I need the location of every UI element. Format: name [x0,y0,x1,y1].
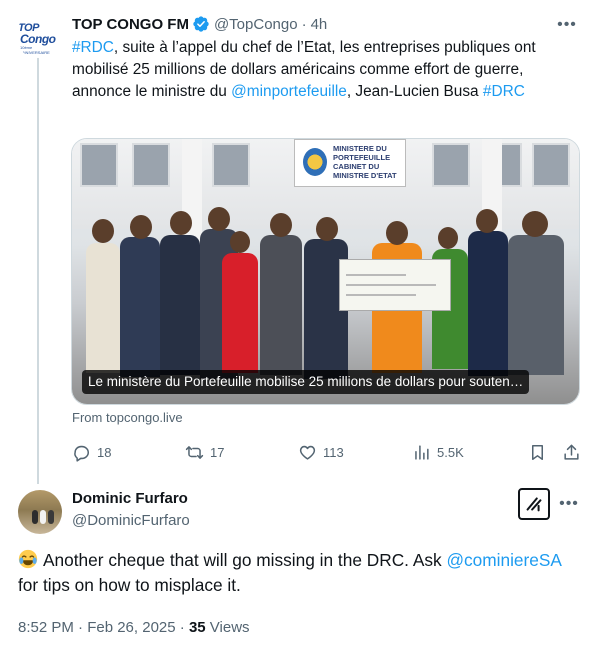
author-name[interactable]: TOP CONGO FM [72,16,189,33]
views-count: 5.5K [437,444,464,460]
thread-line [37,54,39,484]
reply-views-label: Views [205,619,250,636]
tweet-text-link[interactable]: @minportefeuille [231,83,347,100]
avatar-topcongo[interactable]: TOP Congo 10ème ANNIVERSAIRE [16,14,60,58]
share-button[interactable] [562,438,587,466]
repost-icon [185,445,204,459]
card-caption: Le ministère du Portefeuille mobilise 25… [82,370,530,394]
bookmark-icon [531,444,544,460]
tweet-text-link[interactable]: #RDC [72,39,114,56]
avatar-logo-line2: Congo [20,32,56,46]
repost-count: 17 [210,444,225,460]
separator-dot: · [301,15,307,33]
action-bar: 18 17 113 5.5K [72,438,582,466]
ministry-sign: MINISTERE DU PORTEFEUILLE CABINET DU MIN… [294,139,406,187]
reply-text-before: Another cheque that will go missing in t… [43,550,447,570]
tweet-text-link[interactable]: #DRC [483,83,525,100]
tweet-time[interactable]: 4h [311,16,328,33]
reply-text-after: for tips on how to misplace it. [18,575,241,595]
avatar-logo-line3: 10ème ANNIVERSAIRE [20,45,50,55]
reply-more-options-icon[interactable]: ••• [557,492,581,516]
link-card[interactable]: MINISTERE DU PORTEFEUILLE CABINET DU MIN… [71,138,580,405]
author-handle[interactable]: @TopCongo [214,16,298,33]
giant-cheque [339,259,451,311]
card-photo: MINISTERE DU PORTEFEUILLE CABINET DU MIN… [72,139,579,404]
like-count: 113 [323,444,344,460]
grok-icon[interactable] [518,488,550,520]
views-button[interactable]: 5.5K [412,438,464,466]
joy-emoji-icon [18,549,38,569]
reply-text: Another cheque that will go missing in t… [18,548,578,598]
reply-icon [74,445,89,462]
heart-icon [299,445,316,460]
bookmark-button[interactable] [528,438,553,466]
coat-of-arms-icon [303,148,327,176]
more-options-icon[interactable]: ••• [555,13,579,37]
verified-badge-icon [193,16,209,32]
tweet-text-segment: , Jean-Lucien Busa [346,83,483,100]
reply-timestamp[interactable]: 8:52 PM · Feb 26, 2025 · [18,619,189,636]
tweet-text: #RDC, suite à l’appel du chef de l’Etat,… [72,37,572,103]
sign-text: MINISTERE DU PORTEFEUILLE CABINET DU MIN… [333,144,397,180]
reply-author-handle[interactable]: @DominicFurfaro [72,512,190,529]
card-source[interactable]: From topcongo.live [72,410,183,425]
avatar-dominic[interactable] [18,490,62,534]
reply-author-name[interactable]: Dominic Furfaro [72,490,188,507]
reply-meta: 8:52 PM · Feb 26, 2025 · 35 Views [18,619,250,636]
reply-count: 18 [97,444,112,460]
repost-button[interactable]: 17 [185,438,224,466]
like-button[interactable]: 113 [298,438,344,466]
reply-mention-link[interactable]: @cominiereSA [446,550,561,570]
reply-views-count: 35 [188,619,206,636]
share-icon [564,444,579,460]
reply-button[interactable]: 18 [72,438,111,466]
tweet-header: TOP CONGO FM @TopCongo · 4h [72,13,327,35]
analytics-icon [415,444,429,460]
